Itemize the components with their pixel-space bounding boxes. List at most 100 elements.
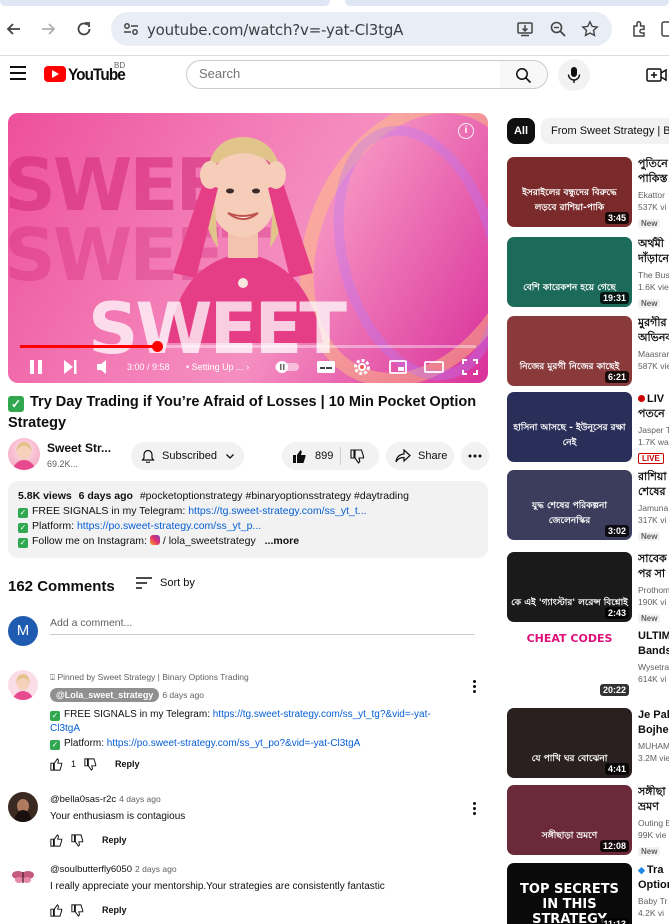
- recommended-video-title-line2[interactable]: শেষের: [638, 485, 669, 500]
- thumbs-down-icon[interactable]: [71, 833, 84, 847]
- video-thumbnail[interactable]: যুদ্ধ শেষের পরিকল্পনা জেলেনস্কির 3:02: [507, 470, 632, 540]
- recommended-video-title[interactable]: সাবেক: [638, 552, 669, 567]
- forward-icon[interactable]: [36, 17, 60, 41]
- video-thumbnail[interactable]: কে এই 'গ্যাংস্টার' লরেন্স বিশ্নোই 2:43: [507, 552, 632, 622]
- recommended-video[interactable]: CHEAT CODES 20:22 ULTIM Bands Wysetra 614K vi: [507, 629, 669, 701]
- channel-avatar[interactable]: [8, 438, 40, 470]
- site-info-icon[interactable]: [121, 19, 141, 39]
- recommended-video-title[interactable]: রাশিয়া: [638, 470, 669, 485]
- comment-time[interactable]: 6 days ago: [162, 690, 204, 700]
- sort-by-button[interactable]: Sort by: [136, 577, 195, 589]
- comment-author-avatar[interactable]: [8, 862, 38, 892]
- recommended-video-title[interactable]: অর্থমী: [638, 237, 669, 252]
- thumbs-down-icon[interactable]: [84, 757, 97, 771]
- subscribed-button[interactable]: Subscribed: [131, 442, 244, 470]
- recommended-video-title[interactable]: ◆ Tra: [638, 863, 669, 878]
- side-panel-icon[interactable]: [660, 19, 669, 39]
- video-thumbnail[interactable]: হাসিনা আসছে - ইউনূসের রক্ষা নেই: [507, 392, 632, 462]
- share-button[interactable]: Share: [386, 442, 454, 470]
- progress-bar[interactable]: [20, 341, 476, 352]
- volume-icon[interactable]: [94, 357, 114, 377]
- fullscreen-icon[interactable]: [460, 357, 480, 377]
- filter-chip-from-channel[interactable]: From Sweet Strategy | Bin: [541, 118, 669, 144]
- comment-menu-icon[interactable]: [468, 802, 480, 818]
- recommended-video[interactable]: সঙ্গীছাড়া ভ্রমণে 12:08 সঙ্গীছা ভ্রমণ Outing…: [507, 785, 669, 857]
- recommended-video-title-line2[interactable]: পর সা: [638, 567, 669, 582]
- recommended-video-title-line2[interactable]: পতনে: [638, 407, 669, 422]
- recommended-channel[interactable]: Ekattor: [638, 189, 669, 201]
- recommended-video[interactable]: ইসরাইলের বন্ধুদের বিরুদ্ধে লড়বে রাশিয়া…: [507, 157, 669, 229]
- video-thumbnail[interactable]: যে পাখি ঘর বোঝেনা 4:41: [507, 708, 632, 778]
- create-video-icon[interactable]: [646, 67, 668, 83]
- tab[interactable]: [345, 0, 669, 6]
- recommended-channel[interactable]: Outing E: [638, 817, 669, 829]
- like-count[interactable]: 899: [315, 450, 333, 462]
- recommended-video-title[interactable]: Je Pak: [638, 708, 669, 723]
- recommended-video[interactable]: বেশি কারেকশন হয়ে গেছে 19:31 অর্থমী দাঁড়ান…: [507, 237, 669, 309]
- info-icon[interactable]: i: [458, 123, 474, 139]
- recommended-video-title[interactable]: মুরগীর: [638, 316, 669, 331]
- back-icon[interactable]: [2, 17, 26, 41]
- video-thumbnail[interactable]: ইসরাইলের বন্ধুদের বিরুদ্ধে লড়বে রাশিয়া…: [507, 157, 632, 227]
- recommended-video-title-line2[interactable]: Option: [638, 878, 669, 893]
- instagram-link[interactable]: / lola_sweetstrategy: [163, 535, 256, 547]
- video-thumbnail[interactable]: সঙ্গীছাড়া ভ্রমণে 12:08: [507, 785, 632, 855]
- filter-chip-all[interactable]: All: [507, 118, 535, 144]
- recommended-channel[interactable]: MUHAM: [638, 740, 669, 752]
- miniplayer-icon[interactable]: [388, 357, 408, 377]
- platform-link[interactable]: https://po.sweet-strategy.com/ss_yt_p...: [77, 520, 261, 532]
- add-comment-input[interactable]: Add a comment...: [50, 617, 475, 635]
- recommended-channel[interactable]: Baby Tr: [638, 895, 669, 907]
- address-bar[interactable]: youtube.com/watch?v=-yat-Cl3tgA: [111, 12, 612, 46]
- reload-icon[interactable]: [72, 17, 96, 41]
- bookmark-star-icon[interactable]: [581, 20, 599, 38]
- comment-time[interactable]: 2 days ago: [135, 864, 177, 874]
- pause-icon[interactable]: [26, 357, 46, 377]
- video-thumbnail[interactable]: TOP SECRETS IN THIS STRATEGY 11:13: [507, 863, 632, 924]
- video-player[interactable]: SWEET SWEET SWEET i 3:00 / 9:58 • Settin…: [8, 113, 488, 383]
- recommended-video[interactable]: কে এই 'গ্যাংস্টার' লরেন্স বিশ্নোই 2:43 সাব…: [507, 552, 669, 624]
- comment-menu-icon[interactable]: [468, 680, 480, 696]
- recommended-video-title-line2[interactable]: Bands: [638, 644, 669, 659]
- reply-button[interactable]: Reply: [102, 903, 127, 917]
- recommended-video[interactable]: যে পাখি ঘর বোঝেনা4:41 Je Pak Bojher MUHAM3.…: [507, 708, 669, 780]
- chapter-title[interactable]: • Setting Up ... ›: [186, 362, 249, 372]
- recommended-video-title-line2[interactable]: পাকিস্ত: [638, 172, 669, 187]
- recommended-video[interactable]: TOP SECRETS IN THIS STRATEGY 11:13 ◆ Tra Opt…: [507, 863, 669, 924]
- thumbs-up-icon[interactable]: [50, 757, 63, 771]
- recommended-video-title[interactable]: ULTIM: [638, 629, 669, 644]
- search-input[interactable]: [199, 66, 479, 81]
- recommended-video-title-line2[interactable]: অভিনব: [638, 331, 669, 346]
- telegram-link[interactable]: https://tg.sweet-strategy.com/ss_yt_t...: [188, 505, 366, 517]
- reply-button[interactable]: Reply: [102, 833, 127, 847]
- comment-author-avatar[interactable]: [8, 670, 38, 700]
- recommended-video-title-line2[interactable]: দাঁড়ানে: [638, 252, 669, 267]
- comment-link[interactable]: https://po.sweet-strategy.com/ss_yt_po?&…: [107, 738, 361, 749]
- comment-time[interactable]: 4 days ago: [119, 794, 161, 804]
- video-thumbnail[interactable]: বেশি কারেকশন হয়ে গেছে 19:31: [507, 237, 632, 307]
- comment-author-avatar[interactable]: [8, 792, 38, 822]
- recommended-channel[interactable]: The Bus: [638, 269, 669, 281]
- recommended-channel[interactable]: Jamuna: [638, 502, 669, 514]
- theater-mode-icon[interactable]: [424, 357, 444, 377]
- channel-name[interactable]: Sweet Str...: [47, 441, 111, 455]
- description-box[interactable]: 5.8K views 6 days ago #pocketoptionstrat…: [8, 481, 488, 558]
- subtitles-icon[interactable]: [316, 357, 336, 377]
- voice-search-button[interactable]: [558, 59, 590, 91]
- tab[interactable]: [0, 0, 330, 6]
- recommended-video[interactable]: নিজের মুরগী নিজের কাছেই 6:21 মুরগীর অভিনব Ma…: [507, 316, 669, 388]
- recommended-channel[interactable]: Jasper T: [638, 424, 669, 436]
- youtube-logo-icon[interactable]: [44, 66, 66, 82]
- url-text[interactable]: youtube.com/watch?v=-yat-Cl3tgA: [147, 21, 403, 39]
- reply-button[interactable]: Reply: [115, 757, 140, 771]
- install-app-icon[interactable]: [516, 20, 534, 38]
- extensions-icon[interactable]: [630, 19, 650, 39]
- recommended-video-title-line2[interactable]: ভ্রমণ: [638, 800, 669, 815]
- more-actions-button[interactable]: [461, 442, 489, 470]
- comment-author[interactable]: @soulbutterfly6050: [50, 864, 132, 875]
- settings-gear-icon[interactable]: [352, 357, 372, 377]
- menu-icon[interactable]: [10, 66, 26, 80]
- thumbs-up-icon[interactable]: [50, 903, 63, 917]
- thumbs-down-icon[interactable]: [350, 449, 365, 464]
- next-icon[interactable]: [60, 357, 80, 377]
